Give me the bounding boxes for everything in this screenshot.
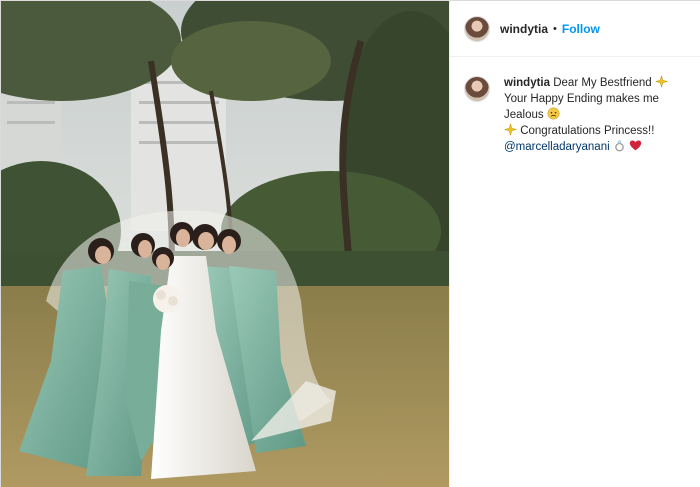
instagram-post: windytia • Follow windytia Dear My Bestf… xyxy=(0,0,700,487)
post-photo[interactable] xyxy=(1,1,449,487)
caption-line-1: Dear My Bestfriend xyxy=(553,77,652,89)
wedding-photo-illustration xyxy=(1,1,449,487)
caption-comment: windytia Dear My Bestfriend Your Happy E… xyxy=(450,57,700,155)
caption-avatar[interactable] xyxy=(464,76,490,102)
caption-line-2: Your Happy Ending makes me Jealous xyxy=(504,93,659,121)
heart-icon xyxy=(629,140,642,151)
author-avatar[interactable] xyxy=(464,15,490,42)
author-username[interactable]: windytia xyxy=(500,22,548,36)
caption-mention-link[interactable]: @marcelladaryanani xyxy=(504,141,610,153)
worried-face-icon xyxy=(547,107,560,120)
post-header: windytia • Follow xyxy=(450,1,700,57)
sparkles-icon xyxy=(654,75,668,88)
sparkles-icon xyxy=(504,123,517,136)
caption-username[interactable]: windytia xyxy=(504,77,550,89)
ring-icon xyxy=(615,139,624,152)
post-sidebar: windytia • Follow windytia Dear My Bestf… xyxy=(449,1,700,487)
header-separator: • xyxy=(553,22,557,35)
caption-text: windytia Dear My Bestfriend Your Happy E… xyxy=(504,75,687,155)
caption-line-3: Congratulations Princess!! xyxy=(520,125,655,137)
follow-button[interactable]: Follow xyxy=(562,22,600,36)
